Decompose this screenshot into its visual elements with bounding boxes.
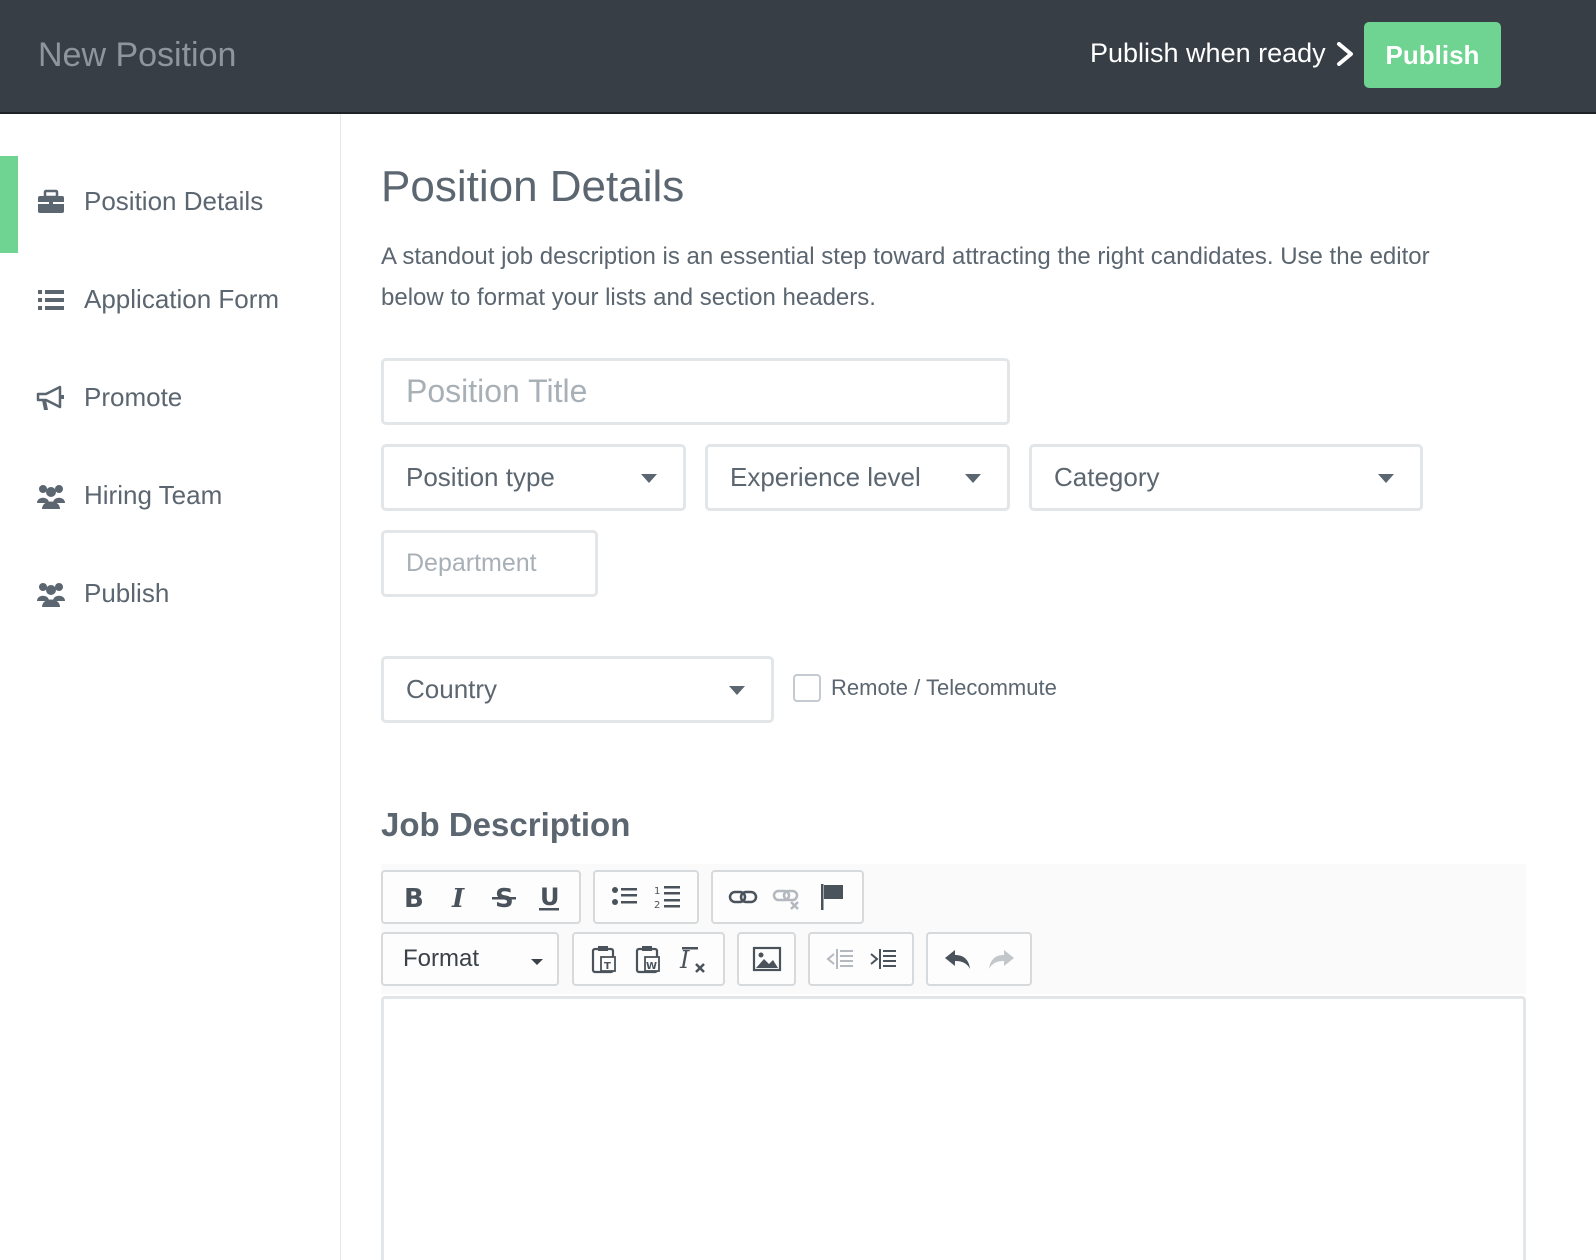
- users-icon: [36, 481, 66, 511]
- sidebar-item-application-form[interactable]: Application Form: [36, 284, 279, 315]
- country-select[interactable]: Country: [381, 656, 774, 723]
- experience-level-label: Experience level: [730, 462, 921, 492]
- svg-text:I: I: [679, 946, 690, 974]
- indent-group: [808, 932, 914, 986]
- svg-text:B: B: [404, 884, 424, 912]
- image-group: [737, 932, 796, 986]
- svg-text:1: 1: [654, 886, 660, 897]
- remote-telecommute-option[interactable]: Remote / Telecommute: [793, 674, 1057, 702]
- position-type-label: Position type: [406, 462, 555, 492]
- job-description-title: Job Description: [381, 806, 631, 843]
- svg-text:W: W: [646, 961, 657, 972]
- sidebar-item-position-details[interactable]: Position Details: [36, 186, 263, 217]
- redo-icon: [988, 950, 1014, 969]
- page-description: A standout job description is an essenti…: [381, 243, 1430, 311]
- sidebar-item-label: Promote: [84, 382, 183, 412]
- paste-group: T W I: [572, 932, 725, 986]
- remote-checkbox[interactable]: [793, 674, 821, 702]
- caret-down-icon: [729, 685, 745, 695]
- unlink-button[interactable]: [767, 877, 807, 917]
- svg-text:2: 2: [654, 900, 660, 911]
- indent-button[interactable]: [863, 939, 903, 979]
- bulleted-list-button[interactable]: [605, 877, 645, 917]
- caret-down-icon: [531, 959, 543, 965]
- sidebar-item-label: Publish: [84, 578, 170, 608]
- page-title: Position Details: [381, 162, 685, 211]
- main-content: Position Details A standout job descript…: [341, 114, 1596, 1260]
- sidebar-item-publish[interactable]: Publish: [36, 578, 169, 609]
- anchor-button[interactable]: [812, 877, 852, 917]
- users-icon: [36, 579, 66, 609]
- outdent-button[interactable]: [820, 939, 860, 979]
- redo-button[interactable]: [981, 939, 1021, 979]
- numbered-list-button[interactable]: 12: [648, 877, 688, 917]
- italic-button[interactable]: I: [439, 877, 479, 917]
- remote-label: Remote / Telecommute: [831, 675, 1057, 700]
- format-label: Format: [403, 945, 480, 972]
- experience-level-select[interactable]: Experience level: [705, 444, 1010, 511]
- undo-button[interactable]: [938, 939, 978, 979]
- department-input[interactable]: [384, 533, 595, 594]
- sidebar-item-label: Hiring Team: [84, 480, 223, 510]
- position-type-select[interactable]: Position type: [381, 444, 686, 511]
- insert-image-button[interactable]: [747, 939, 786, 979]
- active-indicator: [0, 156, 18, 253]
- paste-text-button[interactable]: T: [584, 939, 624, 979]
- department-field: [381, 530, 598, 597]
- sidebar-item-label: Position Details: [84, 186, 264, 216]
- megaphone-icon: [36, 383, 66, 413]
- link-group: [711, 870, 864, 924]
- link-button[interactable]: [723, 877, 763, 917]
- italic-icon: I: [451, 884, 465, 912]
- undo-icon: [944, 950, 970, 969]
- remove-format-icon: I: [679, 946, 705, 974]
- unlink-icon: [773, 889, 800, 910]
- position-title-input[interactable]: [384, 361, 1007, 422]
- link-icon: [728, 890, 758, 904]
- position-title-field: [381, 358, 1010, 425]
- sidebar-item-hiring-team[interactable]: Hiring Team: [36, 480, 222, 511]
- publish-when-ready-link[interactable]: Publish when ready: [1090, 38, 1354, 69]
- history-group: [926, 932, 1032, 986]
- underline-icon: U: [538, 883, 560, 911]
- publish-button[interactable]: Publish: [1364, 22, 1501, 88]
- paste-word-button[interactable]: W: [628, 939, 668, 979]
- image-icon: [752, 946, 781, 972]
- indent-icon: [869, 949, 896, 969]
- caret-down-icon: [1378, 473, 1394, 483]
- publish-when-ready-label: Publish when ready: [1090, 38, 1326, 68]
- top-bar: New Position Publish when ready Publish: [0, 0, 1596, 114]
- numbered-list-icon: 12: [654, 886, 680, 911]
- list-group: 12: [593, 870, 699, 924]
- text-style-group: B I S U: [381, 870, 581, 924]
- bold-button[interactable]: B: [394, 877, 434, 917]
- svg-text:U: U: [540, 883, 560, 911]
- caret-down-icon: [965, 473, 981, 483]
- strikethrough-button[interactable]: S: [484, 877, 524, 917]
- flag-icon: [820, 884, 843, 910]
- strikethrough-icon: S: [491, 884, 516, 912]
- app-title: New Position: [38, 36, 237, 74]
- category-label: Category: [1054, 462, 1160, 492]
- caret-down-icon: [641, 473, 657, 483]
- paste-word-icon: W: [636, 946, 661, 974]
- underline-button[interactable]: U: [529, 877, 569, 917]
- svg-text:I: I: [451, 884, 465, 912]
- bold-icon: B: [404, 884, 424, 912]
- job-description-editor[interactable]: [381, 996, 1526, 1260]
- sidebar: Position Details Application Form Promot…: [0, 114, 341, 1260]
- bulleted-list-icon: [611, 887, 637, 905]
- remove-format-button[interactable]: I: [673, 939, 713, 979]
- format-dropdown[interactable]: Format: [381, 932, 559, 986]
- category-select[interactable]: Category: [1029, 444, 1423, 511]
- svg-text:T: T: [604, 961, 611, 972]
- sidebar-item-promote[interactable]: Promote: [36, 382, 182, 413]
- outdent-icon: [825, 949, 853, 969]
- chevron-right-icon: [1336, 41, 1353, 66]
- list-icon: [36, 285, 66, 315]
- sidebar-item-label: Application Form: [84, 284, 280, 314]
- paste-text-icon: T: [592, 946, 617, 974]
- briefcase-icon: [36, 187, 66, 217]
- country-label: Country: [406, 674, 498, 704]
